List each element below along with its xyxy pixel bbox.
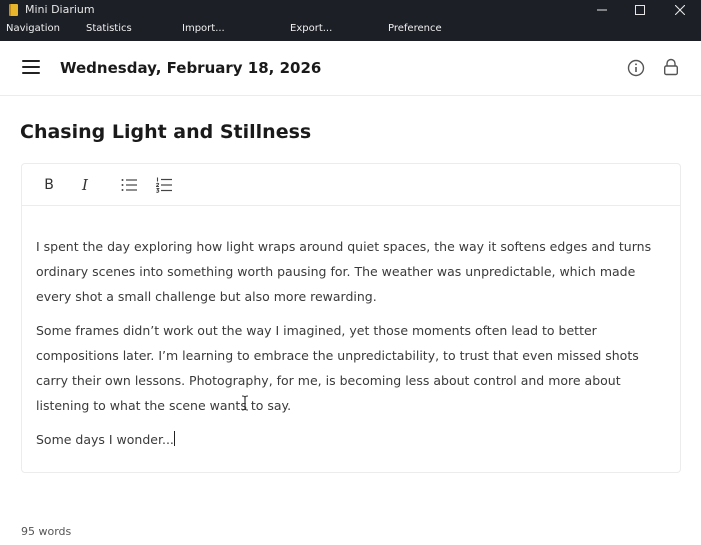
bold-button[interactable]: B — [40, 176, 58, 194]
maximize-icon — [635, 5, 645, 15]
entry-paragraph-current: Some days I wonder... — [36, 427, 672, 452]
formatting-toolbar: B I — [22, 164, 680, 206]
entry-paragraph: I spent the day exploring how light wrap… — [36, 239, 652, 304]
close-button[interactable] — [659, 0, 701, 20]
close-icon — [675, 5, 685, 15]
menu-export[interactable]: Export... — [290, 23, 332, 34]
numbered-list-icon[interactable] — [155, 176, 173, 194]
entry-paragraph: Some frames didn’t work out the way I im… — [36, 323, 639, 413]
menu-import[interactable]: Import... — [182, 23, 225, 34]
minimize-button[interactable] — [581, 0, 623, 20]
italic-button[interactable]: I — [76, 176, 94, 194]
entry-title[interactable]: Chasing Light and Stillness — [20, 121, 311, 143]
editor-content[interactable]: I spent the day exploring how light wrap… — [36, 234, 672, 461]
date-title: Wednesday, February 18, 2026 — [60, 59, 322, 77]
title-bar: Mini Diarium — [0, 0, 701, 20]
text-caret — [173, 431, 175, 446]
word-count: 95 words — [21, 525, 72, 538]
editor: B I I spent the day exploring how light … — [21, 163, 681, 473]
menu-preference[interactable]: Preference — [388, 23, 442, 34]
ibeam-cursor-icon — [241, 395, 249, 411]
bullet-list-icon[interactable] — [120, 176, 138, 194]
header: Wednesday, February 18, 2026 — [0, 41, 701, 95]
app-icon — [9, 4, 18, 16]
lock-icon[interactable] — [663, 58, 679, 76]
menu-bar: Navigation Statistics Import... Export..… — [0, 20, 701, 41]
header-divider — [0, 95, 701, 96]
window-title: Mini Diarium — [25, 3, 95, 16]
info-icon[interactable] — [627, 59, 645, 77]
entry-paragraph: Some days I wonder... — [36, 432, 174, 447]
menu-statistics[interactable]: Statistics — [86, 23, 132, 34]
hamburger-icon[interactable] — [22, 59, 40, 75]
menu-navigation[interactable]: Navigation — [6, 23, 60, 34]
maximize-button[interactable] — [619, 0, 661, 20]
minimize-icon — [597, 9, 607, 11]
